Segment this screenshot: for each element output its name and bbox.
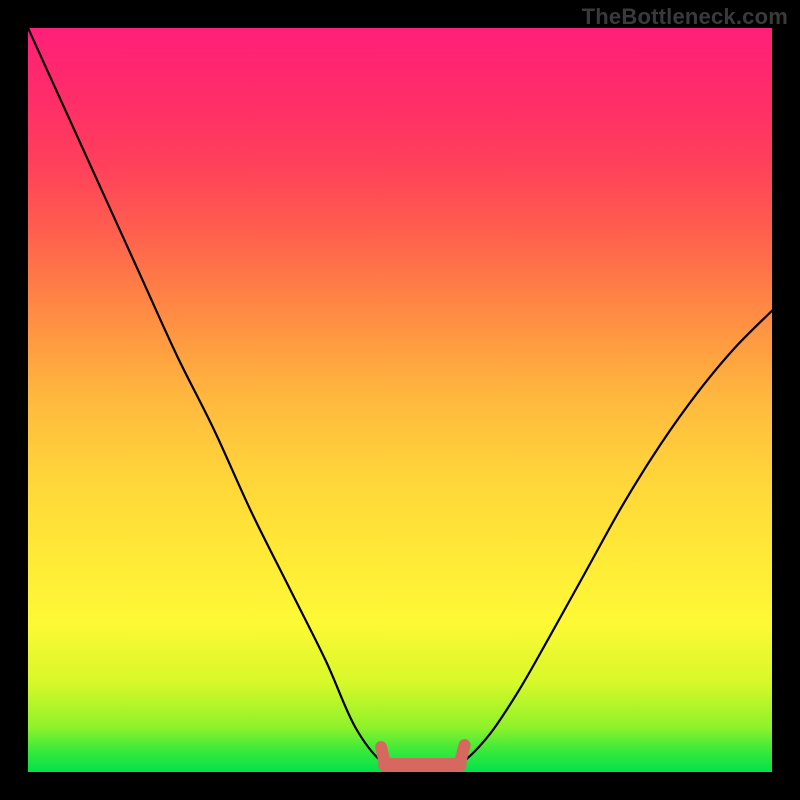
floor-marker-left — [381, 747, 385, 765]
watermark-text: TheBottleneck.com — [582, 4, 788, 30]
plot-area — [28, 28, 772, 772]
chart-frame: TheBottleneck.com — [0, 0, 800, 800]
bottleneck-curve — [28, 28, 772, 772]
floor-marker-right — [460, 745, 465, 765]
curve-svg — [28, 28, 772, 772]
